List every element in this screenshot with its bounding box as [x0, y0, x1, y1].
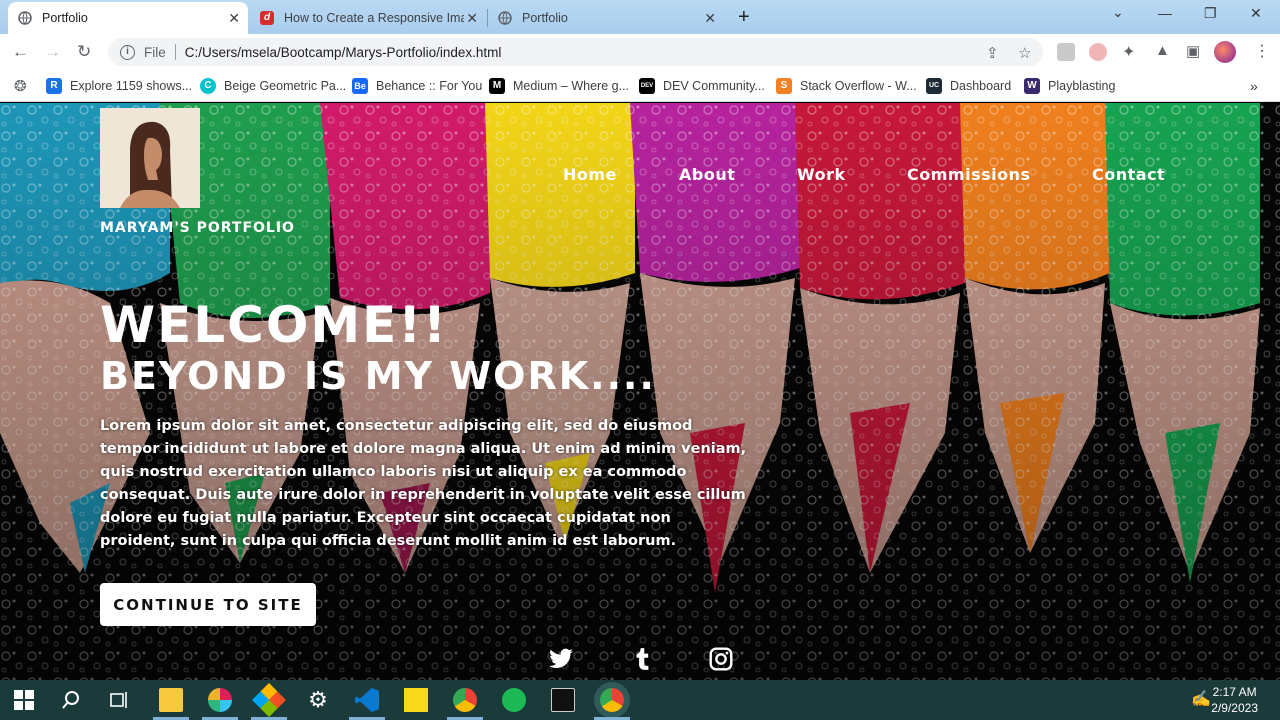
tab-title: How to Create a Responsive Ima [284, 11, 464, 25]
sticky-notes-icon[interactable] [404, 688, 428, 712]
close-tab-icon[interactable]: ✕ [466, 10, 478, 27]
tab-responsive-image[interactable]: d How to Create a Responsive Ima ✕ [250, 2, 486, 34]
scheme-label: File [144, 44, 166, 60]
bookmark-label: Medium – Where g... [513, 79, 630, 93]
settings-icon[interactable]: ⚙ [306, 688, 330, 712]
slack-icon[interactable] [208, 688, 232, 712]
tab-strip: Portfolio ✕ d How to Create a Responsive… [0, 0, 1280, 34]
windows-taskbar: ⚙ ✍ 2:17 AM 2/9/2023 [0, 680, 1280, 720]
close-window-icon[interactable]: ✕ [1250, 5, 1262, 22]
bookmark-favicon-icon: UC [926, 78, 942, 94]
tab-search-icon[interactable]: ⌄ [1112, 4, 1124, 21]
bookmark-label: Dashboard [950, 79, 1012, 93]
extensions-puzzle-icon[interactable]: ✦ [1122, 42, 1135, 62]
bookmark-favicon-icon: Be [352, 78, 368, 94]
url-text[interactable]: C:/Users/msela/Bootcamp/Marys-Portfolio/… [185, 45, 502, 60]
bookmark-favicon-icon: C [200, 78, 216, 94]
continue-to-site-button[interactable]: CONTINUE TO SITE [100, 583, 316, 626]
bookmark-item[interactable]: UC Dashboard [926, 76, 1011, 96]
pen-workspace-icon[interactable]: ✍ [1189, 688, 1213, 712]
tumblr-icon[interactable] [629, 646, 655, 672]
bookmark-favicon-icon: M [489, 78, 505, 94]
bookmark-label: Beige Geometric Pa... [224, 79, 347, 93]
woman-silhouette-icon [100, 108, 200, 208]
hero-subtitle: BEYOND IS MY WORK.... [100, 354, 656, 398]
chrome-dev-icon[interactable] [600, 688, 624, 712]
browser-toolbar: ← → ↻ i File C:/Users/msela/Bootcamp/Mar… [0, 34, 1280, 70]
search-icon[interactable] [61, 690, 81, 710]
tab-title: Portfolio [522, 11, 568, 25]
bookmark-item[interactable]: DEV DEV Community... [639, 76, 765, 96]
more-bookmarks-icon[interactable]: » [1250, 76, 1258, 96]
nav-about[interactable]: About [679, 165, 735, 184]
bookmark-label: Playblasting [1048, 79, 1116, 93]
menu-kebab-icon[interactable]: ⋮ [1254, 41, 1270, 61]
share-icon[interactable]: ⇪ [986, 44, 999, 62]
recorder-extension-icon[interactable] [1089, 43, 1107, 61]
instagram-icon[interactable] [708, 646, 734, 672]
profile-avatar[interactable] [1214, 41, 1236, 63]
clock-time: 2:17 AM [1212, 685, 1257, 699]
minimize-icon[interactable]: — [1158, 5, 1172, 21]
hero-title: WELCOME!! [100, 296, 448, 354]
bookmark-item[interactable]: S Stack Overflow - W... [776, 76, 917, 96]
bookmark-item[interactable]: M Medium – Where g... [489, 76, 629, 96]
hero-description: Lorem ipsum dolor sit amet, consectetur … [100, 418, 747, 549]
tab-portfolio[interactable]: Portfolio ✕ [488, 2, 724, 34]
close-tab-icon[interactable]: ✕ [228, 10, 240, 27]
bookmark-favicon-icon: W [1024, 78, 1040, 94]
chrome-icon[interactable] [453, 688, 477, 712]
globe-icon [498, 11, 512, 25]
bookmark-favicon-icon: DEV [639, 78, 655, 94]
close-tab-icon[interactable]: ✕ [704, 10, 716, 27]
clock-date: 2/9/2023 [1211, 701, 1258, 715]
bookmark-label: Explore 1159 shows... [70, 79, 193, 93]
file-explorer-icon[interactable] [159, 688, 183, 712]
site-name[interactable]: MARYAM'S PORTFOLIO [100, 220, 295, 236]
nav-home[interactable]: Home [563, 165, 617, 184]
tab-portfolio-active[interactable]: Portfolio ✕ [8, 2, 248, 34]
bookmark-star-icon[interactable]: ☆ [1018, 44, 1031, 62]
bookmark-label: Stack Overflow - W... [800, 79, 917, 93]
side-panel-icon[interactable]: ▣ [1186, 42, 1200, 60]
extension-icon[interactable] [1057, 43, 1075, 61]
bookmark-favicon-icon: R [46, 78, 62, 94]
forward-icon[interactable]: → [44, 42, 61, 62]
bookmark-item[interactable]: C Beige Geometric Pa... [200, 76, 346, 96]
bookmark-item[interactable]: Be Behance :: For You [352, 76, 482, 96]
bookmark-item[interactable]: R Explore 1159 shows... [46, 76, 192, 96]
globe-icon [18, 11, 32, 25]
address-bar[interactable]: i File C:/Users/msela/Bootcamp/Marys-Por… [108, 38, 1043, 66]
dev-to-icon: d [260, 11, 274, 25]
bookmark-item[interactable]: W Playblasting [1024, 76, 1115, 96]
nav-commissions[interactable]: Commissions [907, 165, 1031, 184]
logo-avatar[interactable] [100, 108, 200, 208]
bookmark-label: DEV Community... [663, 79, 765, 93]
bookmarks-bar: ❂ R Explore 1159 shows... C Beige Geomet… [0, 70, 1280, 102]
git-icon[interactable] [252, 683, 286, 717]
back-icon[interactable]: ← [12, 42, 29, 62]
spotify-icon[interactable] [502, 688, 526, 712]
apps-swirl-icon[interactable]: ❂ [14, 76, 27, 96]
system-clock[interactable]: 2:17 AM 2/9/2023 [1211, 684, 1258, 716]
vscode-icon[interactable] [355, 688, 379, 712]
bookmark-label: Behance :: For You [376, 79, 483, 93]
twitter-icon[interactable] [548, 646, 574, 672]
reload-icon[interactable]: ↻ [77, 42, 91, 62]
labs-flask-icon[interactable]: ▲ [1155, 42, 1170, 59]
portfolio-page: MARYAM'S PORTFOLIO Home About Work Commi… [0, 103, 1280, 680]
nav-work[interactable]: Work [797, 165, 846, 184]
terminal-icon[interactable] [551, 688, 575, 712]
nav-contact[interactable]: Contact [1092, 165, 1165, 184]
new-tab-icon[interactable]: + [738, 6, 750, 29]
bookmark-favicon-icon: S [776, 78, 792, 94]
start-icon[interactable] [14, 690, 34, 710]
site-info-icon[interactable]: i [120, 44, 135, 60]
omnibox-divider [174, 44, 176, 60]
task-view-icon[interactable] [109, 690, 129, 710]
restore-icon[interactable]: ❐ [1204, 5, 1217, 22]
tab-title: Portfolio [42, 11, 88, 25]
